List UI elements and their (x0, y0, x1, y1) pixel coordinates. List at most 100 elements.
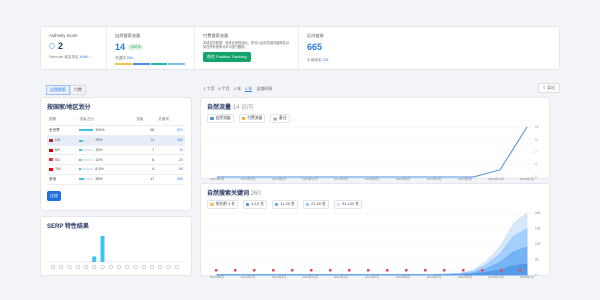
paid-traffic-label: 付费搜索流量 (203, 33, 229, 38)
y-tick-label: 7 (535, 150, 537, 154)
legend-item[interactable]: 付费流量 (238, 114, 266, 123)
table-row[interactable]: US 29% 14 260 (47, 135, 185, 146)
keywords-cell[interactable]: 20 (156, 154, 185, 165)
keywords-cell[interactable]: 11 (156, 145, 185, 156)
serp-features-title: SERP 特性结果 (47, 224, 89, 230)
serp-feature-icon (166, 264, 171, 270)
authority-score-label: Authority Score (49, 33, 78, 38)
event-marker-icon[interactable] (310, 269, 313, 272)
serp-feature-icon (125, 264, 130, 270)
tab-paid[interactable]: 付费 (70, 85, 86, 95)
country-cell: TW (47, 164, 78, 175)
legend-item[interactable]: ▤ 备注 (270, 114, 290, 124)
event-marker-icon[interactable] (272, 269, 275, 272)
keywords-area-chart: 2641981326602023年5月 2023年7月 2023年9月 2023年11… (207, 211, 541, 279)
serp-bar[interactable] (100, 236, 105, 262)
serp-feature-icon (92, 264, 97, 270)
position-tracking-button[interactable]: 前往 Position Tracking (203, 52, 251, 62)
country-cell: SG (47, 154, 78, 165)
legend-item[interactable]: 自然流量 (207, 114, 234, 123)
legend-item[interactable]: 4-10 名 (242, 200, 267, 209)
traffic-cell[interactable]: 4 (134, 164, 157, 175)
keywords-area-series[interactable] (216, 227, 528, 276)
legend-item[interactable]: 排名前 3 名 (207, 200, 238, 209)
table-row[interactable]: 全世界 100% 48 531 (47, 125, 185, 137)
keywords-area-series[interactable] (216, 246, 528, 276)
legend-item[interactable]: 21-50 名 (302, 200, 329, 209)
event-marker-icon[interactable] (291, 269, 294, 272)
keywords-legend: 排名前 3 名 4-10 名 11-20 名 21-50 名 51-100 名 (207, 200, 543, 209)
table-row[interactable]: MY 15% 7 11 (47, 145, 185, 156)
organic-traffic-label: 自然搜索流量 (115, 33, 141, 38)
keywords-cell[interactable]: 260 (156, 135, 185, 146)
score-ring-icon (49, 43, 55, 49)
organic-traffic-card: 自然搜索流量 14 +267% 关键词 260 ↑ (107, 27, 195, 69)
period-option[interactable]: 1 年 (234, 86, 241, 91)
domain-rank: Semrush 域名排名 6.6M ↑ (49, 55, 91, 59)
event-marker-icon[interactable] (367, 269, 370, 272)
event-marker-icon[interactable] (405, 269, 408, 272)
event-marker-icon[interactable] (462, 269, 465, 272)
period-option[interactable]: 6 个月 (218, 86, 229, 91)
flag-icon (49, 158, 53, 162)
event-marker-icon[interactable] (443, 269, 446, 272)
checkbox-icon (210, 116, 214, 121)
traffic-cell[interactable]: 48 (134, 125, 157, 137)
col-keywords: 关键词 (156, 115, 185, 126)
keywords-cell[interactable]: 84 (156, 164, 185, 175)
backlinks-label: 反向链接 (307, 33, 324, 38)
serp-bar[interactable] (92, 256, 97, 262)
serp-feature-icon (133, 264, 138, 270)
serp-feature-icon (174, 264, 179, 270)
compare-button[interactable]: 比较 (47, 191, 61, 202)
organic-traffic-value[interactable]: 14 +267% (115, 42, 186, 52)
country-panel: 按国家/地区划分 国家 流量占比 流量 关键词 全世界 100% 48 531 US 29… (40, 97, 192, 211)
event-marker-icon[interactable] (500, 269, 503, 272)
export-button[interactable]: ⇪ 导出 (537, 83, 560, 93)
col-country: 国家 (47, 115, 78, 126)
event-marker-icon[interactable] (329, 269, 332, 272)
country-cell: US (47, 135, 78, 146)
checkbox-icon (210, 202, 214, 207)
table-row[interactable]: SG 13% 6 20 (47, 154, 185, 165)
event-marker-icon[interactable] (519, 269, 522, 272)
legend-item[interactable]: 51-100 名 (333, 200, 362, 209)
period-option[interactable]: 2 年 (245, 86, 253, 92)
period-option[interactable]: 1 个月 (203, 86, 214, 91)
traffic-cell[interactable]: 17 (134, 174, 157, 186)
period-option[interactable]: 全部时间 (256, 86, 272, 91)
event-marker-icon[interactable] (481, 269, 484, 272)
share-cell: 8.3% (77, 164, 135, 175)
y-tick-label: 14 (535, 125, 539, 129)
traffic-type-tabs: 自然搜索 付费 (46, 85, 86, 95)
share-cell: 15% (77, 145, 135, 156)
traffic-cell[interactable]: 7 (134, 145, 157, 156)
flag-icon (49, 167, 53, 171)
legend-item[interactable]: 11-20 名 (271, 200, 298, 209)
tab-organic[interactable]: 自然搜索 (46, 85, 70, 95)
serp-features-chart (47, 236, 187, 270)
event-marker-icon[interactable] (424, 269, 427, 272)
event-marker-icon[interactable] (234, 269, 237, 272)
keywords-cell[interactable]: 255 (156, 174, 185, 186)
serp-feature-icon (59, 264, 64, 270)
serp-feature-icon (100, 264, 105, 270)
share-bar (79, 149, 94, 152)
traffic-cell[interactable]: 6 (134, 154, 157, 165)
col-share: 流量占比 (77, 115, 135, 126)
y-tick-label: 4 (535, 163, 537, 167)
share-bar (79, 178, 94, 181)
event-marker-icon[interactable] (386, 269, 389, 272)
y-tick-label: 0 (535, 175, 537, 179)
table-row[interactable]: TW 8.3% 4 84 (47, 164, 185, 175)
event-marker-icon[interactable] (348, 269, 351, 272)
keywords-cell[interactable]: 531 (156, 125, 185, 137)
event-marker-icon[interactable] (253, 269, 256, 272)
share-bar (79, 139, 94, 142)
event-marker-icon[interactable] (215, 269, 218, 272)
flag-icon (49, 139, 53, 143)
backlinks-value[interactable]: 665 (307, 42, 361, 52)
y-tick-label: 132 (535, 242, 541, 246)
table-row[interactable]: 其他 35% 17 255 (47, 174, 185, 186)
traffic-cell[interactable]: 14 (134, 135, 157, 146)
